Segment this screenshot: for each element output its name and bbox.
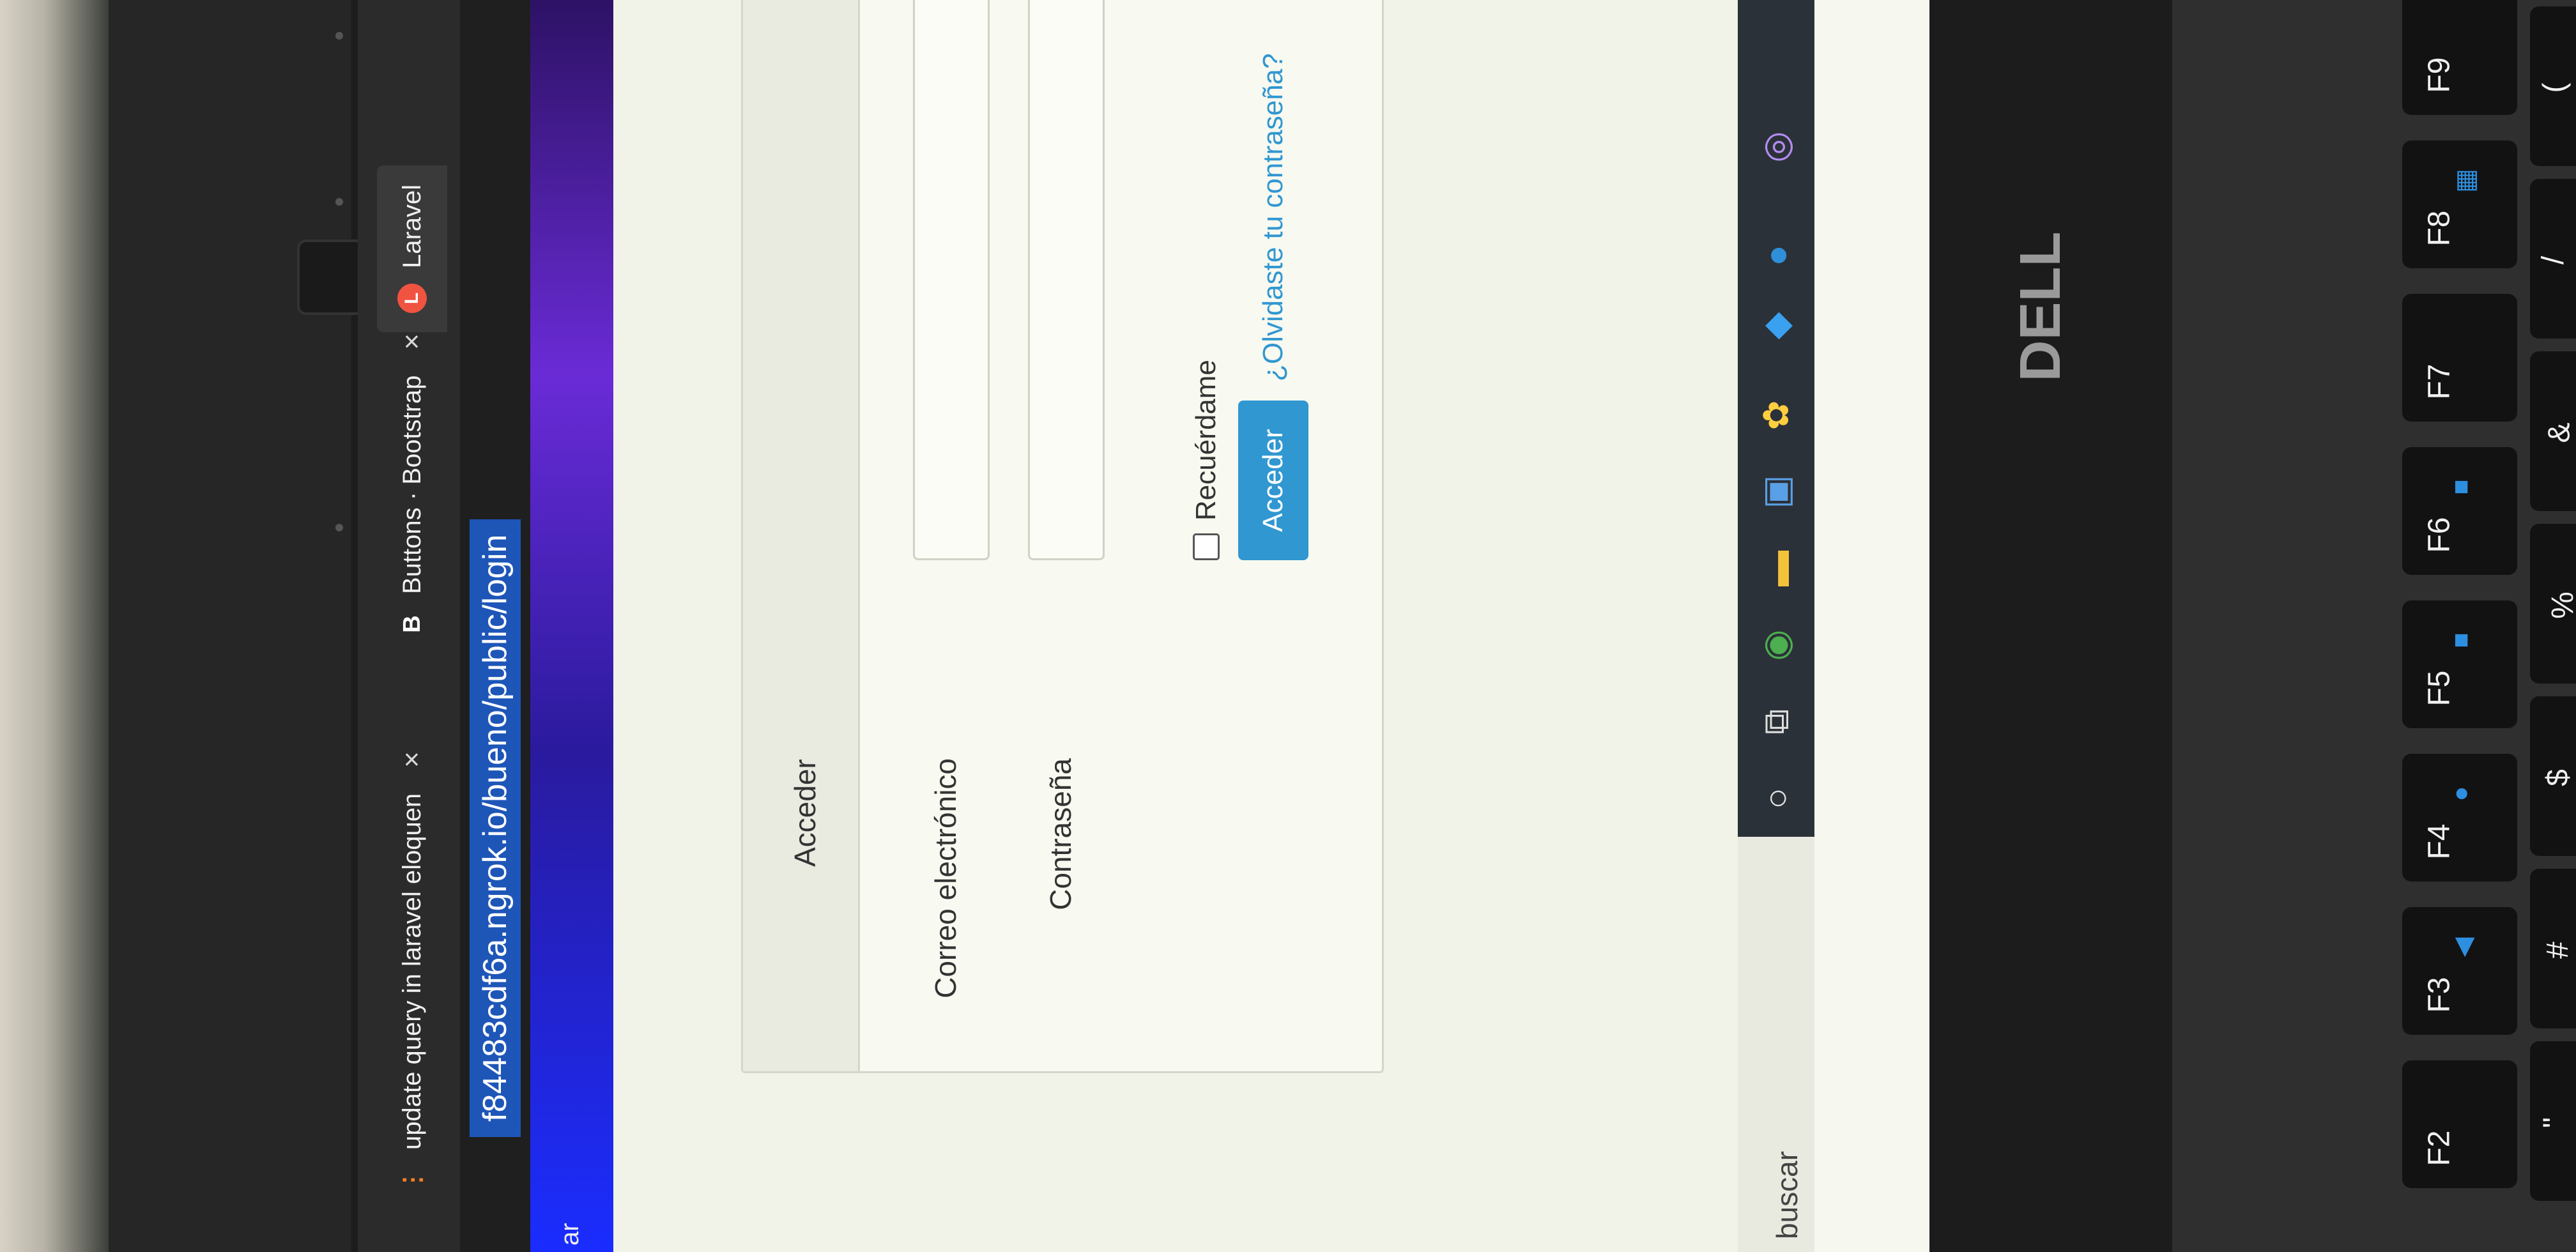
key-f6[interactable]: F6 ■	[2402, 447, 2517, 575]
chrome-icon[interactable]: ◉	[1751, 620, 1802, 671]
svg-text:DELL: DELL	[2009, 232, 2073, 382]
tab-title: update query in laravel eloquen	[397, 793, 426, 1150]
taskbar-search[interactable]: buscar	[1738, 837, 1814, 1252]
mic-mute-icon: ●	[2446, 786, 2475, 802]
file-explorer-icon[interactable]: ▬	[1751, 543, 1802, 594]
page-content: Acceder Correo electrónico Contraseña Re…	[613, 0, 1738, 1252]
edge-icon[interactable]: ▣	[1751, 466, 1802, 517]
forgot-password-link[interactable]: ¿Olvidaste tu contraseña?	[1257, 53, 1289, 381]
login-button[interactable]: Acceder	[1238, 401, 1308, 560]
paint-icon[interactable]: ✿	[1751, 390, 1802, 441]
url-text[interactable]: f84483cdf6a.ngrok.io/bueno/public/login	[470, 519, 521, 1137]
key-f4[interactable]: F4 ●	[2402, 754, 2517, 882]
key-quote[interactable]: "	[2530, 1041, 2576, 1201]
key-f5[interactable]: F5 ■	[2402, 600, 2517, 728]
key-f3[interactable]: F3 ◀	[2402, 907, 2517, 1035]
remember-label: Recuérdame	[1190, 360, 1222, 521]
browser-tab-active[interactable]: L Laravel	[377, 165, 447, 332]
remember-row: Recuérdame	[1190, 360, 1222, 560]
close-tab-icon[interactable]: ×	[396, 751, 428, 768]
address-bar[interactable]: f84483cdf6a.ngrok.io/bueno/public/login	[460, 0, 530, 1252]
lock-icon: ■	[2446, 632, 2475, 648]
remember-checkbox[interactable]	[1193, 533, 1220, 560]
key-4[interactable]: $	[2530, 696, 2576, 856]
key-6[interactable]: &	[2530, 351, 2576, 511]
key-f9[interactable]: F9	[2402, 0, 2517, 115]
close-tab-icon[interactable]: ×	[396, 333, 428, 350]
laravel-icon: L	[397, 284, 427, 313]
app-icon[interactable]: ◎	[1751, 121, 1802, 172]
bezel-dot	[335, 198, 343, 206]
login-card: Acceder Correo electrónico Contraseña Re…	[741, 0, 1384, 1073]
key-7[interactable]: /	[2530, 179, 2576, 339]
bezel-dot	[335, 32, 343, 40]
key-5[interactable]: %	[2530, 524, 2576, 683]
email-label: Correo electrónico	[929, 758, 962, 998]
card-header: Acceder	[743, 0, 860, 1071]
email-field[interactable]	[913, 0, 990, 560]
password-label: Contraseña	[1044, 758, 1077, 910]
email-row: Correo electrónico	[903, 0, 999, 1071]
bookmark-label[interactable]: ar	[556, 1223, 585, 1246]
laptop-screen: ⋮ update query in laravel eloquen × B Bu…	[358, 0, 1981, 1252]
password-row: Contraseña	[1018, 0, 1114, 1071]
tab-title: Laravel	[397, 184, 426, 268]
laptop-bezel-bottom	[1929, 0, 2159, 1252]
password-field[interactable]	[1028, 0, 1105, 560]
vscode-icon[interactable]: ◆	[1751, 300, 1802, 351]
display-icon: ▦	[2451, 169, 2480, 193]
key-8[interactable]: (	[2530, 6, 2576, 166]
volume-icon: ◀	[2449, 937, 2478, 958]
key-3[interactable]: #	[2530, 869, 2576, 1028]
bezel-dot	[335, 524, 343, 531]
card-title: Acceder	[788, 759, 822, 867]
bookmarks-bar: ar	[530, 0, 613, 1252]
background-room	[0, 0, 109, 1252]
windows-taskbar: buscar ○ ⧉ ◉ ▬ ▣ ✿ ◆ ● ◎	[1738, 0, 1814, 1252]
key-f8[interactable]: F8 ▦	[2402, 141, 2517, 268]
cortana-icon[interactable]: ○	[1751, 773, 1802, 824]
tab-title: Buttons · Bootstrap	[397, 375, 426, 594]
key-f2[interactable]: F2	[2402, 1060, 2517, 1188]
browser-tab[interactable]: B Buttons · Bootstrap ×	[377, 333, 447, 639]
stackoverflow-icon: ⋮	[397, 1165, 427, 1195]
browser-tab[interactable]: ⋮ update query in laravel eloquen ×	[377, 751, 447, 1195]
task-view-icon[interactable]: ⧉	[1751, 696, 1802, 747]
bootstrap-icon: B	[398, 615, 425, 633]
laptop-keyboard: F2 F3 ◀ F4 ● F5 ■ F6 ■ F7 F8 ▦ F9 " # $ …	[2172, 0, 2576, 1252]
browser-tab-bar: ⋮ update query in laravel eloquen × B Bu…	[358, 0, 460, 1252]
lock-icon: ■	[2446, 479, 2475, 495]
dell-logo: DELL	[2009, 232, 2073, 382]
app-icon[interactable]: ●	[1751, 230, 1802, 281]
laptop-bezel-top	[109, 0, 379, 1252]
key-f7[interactable]: F7	[2402, 294, 2517, 422]
search-placeholder: buscar	[1770, 1150, 1804, 1239]
